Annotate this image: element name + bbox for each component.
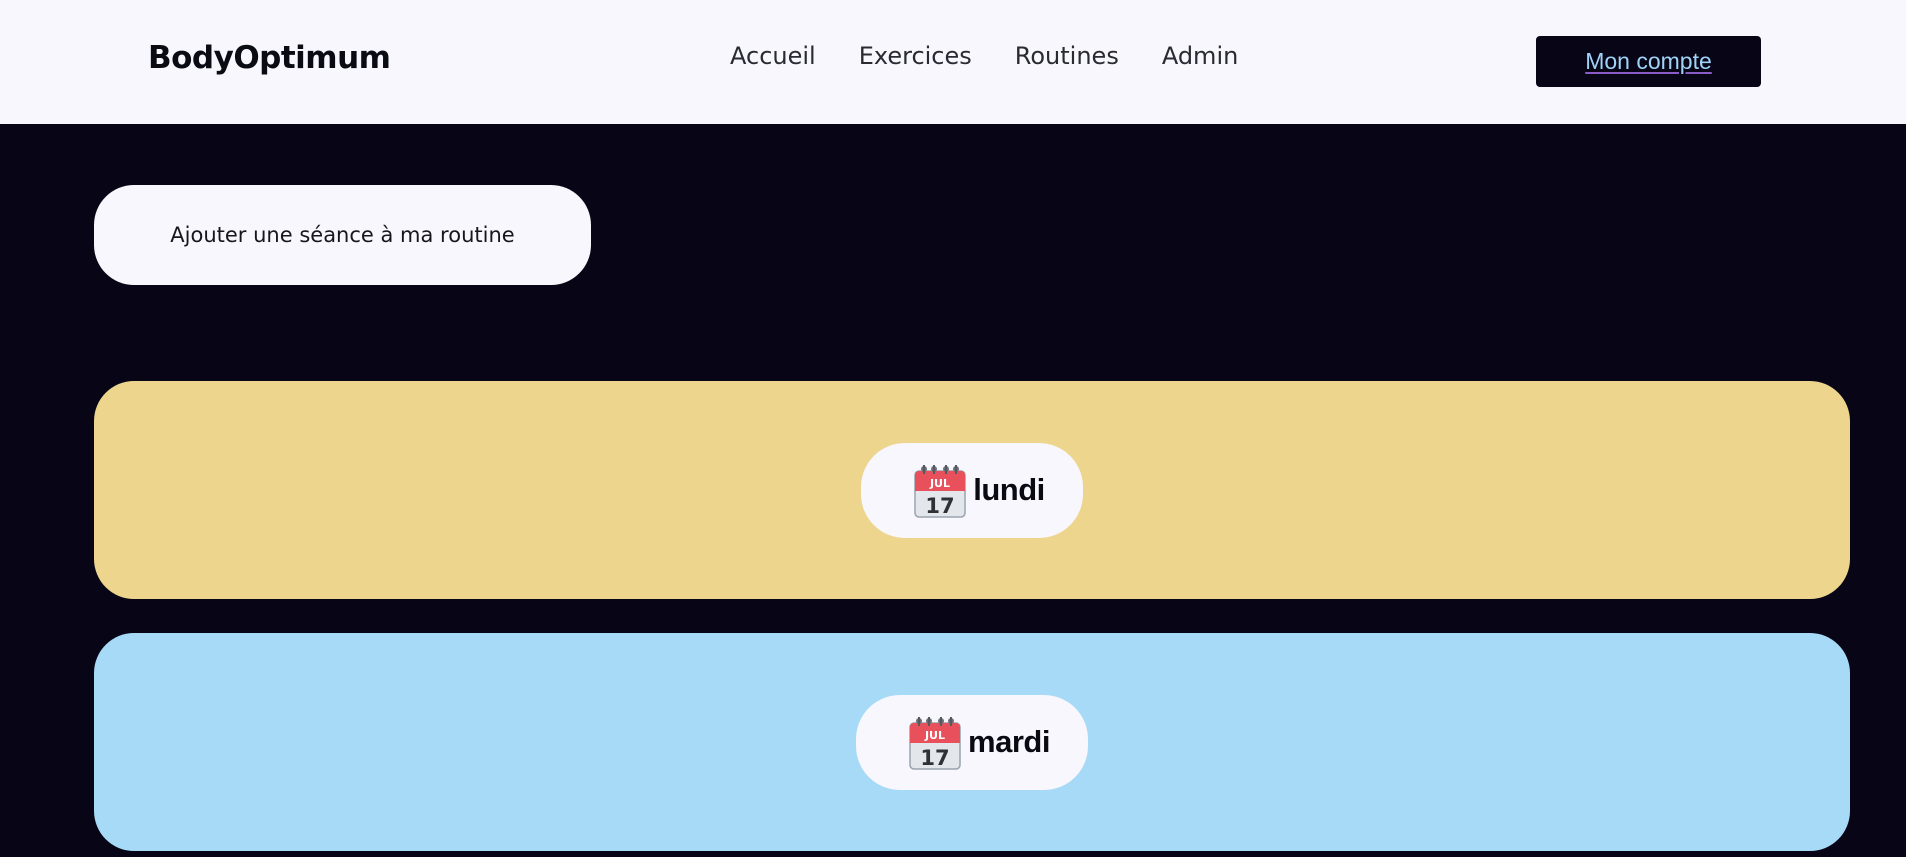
nav-link-accueil[interactable]: Accueil — [730, 42, 816, 70]
day-card-mardi: JUL 17 mardi — [94, 633, 1850, 851]
add-session-button[interactable]: Ajouter une séance à ma routine — [94, 185, 591, 285]
calendar-icon: JUL 17 — [914, 465, 966, 518]
day-label: mardi — [968, 724, 1050, 759]
day-label: lundi — [973, 472, 1045, 507]
account-button[interactable]: Mon compte — [1536, 36, 1761, 87]
navbar: BodyOptimum Accueil Exercices Routines A… — [0, 0, 1906, 124]
calendar-month: JUL — [929, 477, 950, 490]
nav-link-routines[interactable]: Routines — [1015, 42, 1119, 70]
nav-link-exercices[interactable]: Exercices — [859, 42, 972, 70]
brand-logo[interactable]: BodyOptimum — [148, 40, 391, 76]
calendar-month: JUL — [924, 729, 945, 742]
calendar-day: 17 — [926, 494, 955, 518]
nav-link-admin[interactable]: Admin — [1162, 42, 1239, 70]
calendar-day: 17 — [920, 746, 949, 770]
day-card-lundi: JUL 17 lundi — [94, 381, 1850, 599]
nav-links: Accueil Exercices Routines Admin — [730, 42, 1281, 70]
account-button-label: Mon compte — [1585, 48, 1712, 74]
day-pill-lundi[interactable]: JUL 17 lundi — [861, 442, 1083, 538]
calendar-icon: JUL 17 — [909, 717, 961, 770]
add-session-label: Ajouter une séance à ma routine — [170, 223, 515, 247]
day-pill-mardi[interactable]: JUL 17 mardi — [856, 694, 1088, 790]
